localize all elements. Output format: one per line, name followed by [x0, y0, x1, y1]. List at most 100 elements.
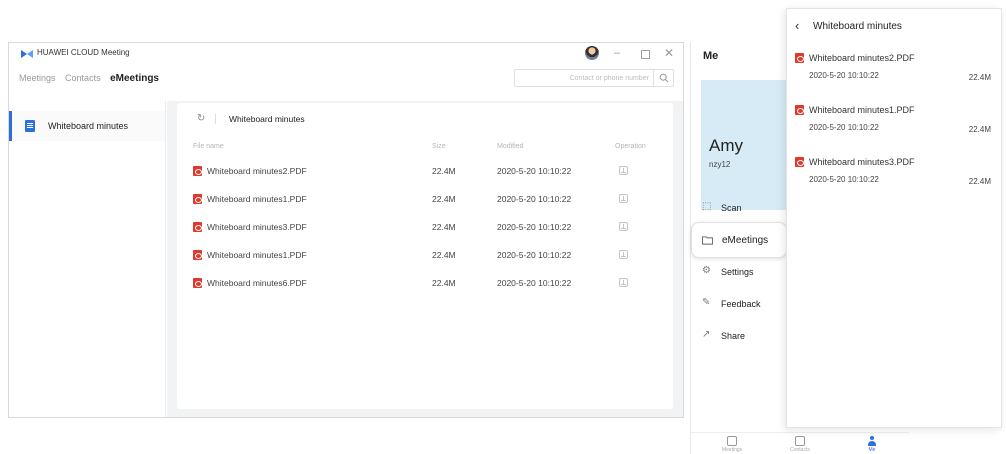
file-name: Whiteboard minutes3.PDF — [809, 157, 915, 167]
menu-item-label: Settings — [721, 267, 754, 277]
title-bar: HUAWEI CLOUD Meeting – ✕ — [9, 43, 683, 65]
menu-item-emeetings[interactable]: eMeetings — [691, 222, 787, 258]
tab-emeetings[interactable]: eMeetings — [110, 73, 159, 84]
menu-item-label: Share — [721, 331, 746, 341]
column-header-size: Size — [432, 143, 446, 150]
app-title: HUAWEI CLOUD Meeting — [37, 48, 130, 57]
pdf-icon — [795, 105, 804, 115]
file-size: 22.4M — [432, 194, 456, 204]
pdf-icon — [795, 53, 804, 63]
pdf-icon — [193, 194, 202, 204]
calendar-icon — [727, 436, 737, 446]
menu-item-scan[interactable]: ⬚ Scan — [701, 194, 793, 222]
file-size: 22.4M — [432, 166, 456, 176]
file-modified: 2020-5-20 10:10:22 — [809, 123, 879, 132]
menu-item-share[interactable]: ↗ Share — [701, 322, 793, 350]
whiteboard-minutes-panel: ‹ Whiteboard minutes Whiteboard minutes2… — [786, 8, 1002, 428]
file-name: Whiteboard minutes2.PDF — [809, 53, 915, 63]
file-size: 22.4M — [968, 125, 991, 134]
menu-item-label: Feedback — [721, 299, 761, 309]
tab-meetings-mobile[interactable]: Meetings — [717, 436, 747, 454]
file-modified: 2020-5-20 10:10:22 — [497, 222, 572, 232]
pdf-icon — [193, 278, 202, 288]
desktop-window: HUAWEI CLOUD Meeting – ✕ Meetings Contac… — [8, 42, 684, 418]
file-list-card: ↻ Whiteboard minutes File name Size Modi… — [177, 103, 673, 409]
list-item[interactable]: Whiteboard minutes1.PDF 2020-5-20 10:10:… — [787, 103, 1001, 155]
file-name: Whiteboard minutes2.PDF — [207, 166, 307, 176]
folder-icon — [702, 236, 713, 245]
divider — [215, 114, 216, 124]
person-icon — [867, 436, 877, 446]
menu-item-feedback[interactable]: ✎ Feedback — [701, 290, 793, 318]
file-size: 22.4M — [432, 250, 456, 260]
file-size: 22.4M — [968, 73, 991, 82]
pdf-icon — [193, 250, 202, 260]
tab-label: Me — [868, 447, 876, 453]
tab-label: Meetings — [721, 447, 743, 453]
panel-title: Whiteboard minutes — [813, 21, 902, 32]
search-input[interactable] — [515, 70, 653, 86]
page-title: Me — [703, 50, 719, 62]
file-name: Whiteboard minutes1.PDF — [809, 105, 915, 115]
refresh-icon[interactable]: ↻ — [197, 113, 205, 124]
sidebar-item-whiteboard-minutes[interactable]: Whiteboard minutes — [9, 111, 165, 141]
column-header-modified: Modified — [497, 143, 524, 150]
download-icon[interactable] — [619, 222, 628, 231]
download-icon[interactable] — [619, 278, 628, 287]
back-arrow-icon[interactable]: ‹ — [795, 19, 799, 32]
card-title: Whiteboard minutes — [229, 114, 305, 124]
top-nav: Meetings Contacts eMeetings — [19, 73, 166, 84]
huawei-cloud-logo-icon — [21, 50, 33, 58]
file-modified: 2020-5-20 10:10:22 — [497, 166, 572, 176]
user-avatar[interactable] — [585, 46, 599, 60]
list-item[interactable]: Whiteboard minutes2.PDF 2020-5-20 10:10:… — [787, 51, 1001, 103]
table-header: File name Size Modified Operation — [177, 139, 673, 155]
column-header-operation: Operation — [615, 143, 646, 150]
profile-name: Amy — [709, 136, 743, 155]
download-icon[interactable] — [619, 250, 628, 259]
column-header-file-name: File name — [193, 143, 224, 150]
table-row[interactable]: Whiteboard minutes3.PDF 22.4M 2020-5-20 … — [177, 213, 673, 241]
list-item[interactable]: Whiteboard minutes3.PDF 2020-5-20 10:10:… — [787, 155, 1001, 207]
tab-contacts[interactable]: Contacts — [65, 73, 101, 83]
table-row[interactable]: Whiteboard minutes1.PDF 22.4M 2020-5-20 … — [177, 185, 673, 213]
bottom-tab-bar: Meetings Contacts Me — [691, 432, 909, 454]
table-row[interactable]: Whiteboard minutes2.PDF 22.4M 2020-5-20 … — [177, 157, 673, 185]
document-icon — [25, 120, 35, 132]
table-row[interactable]: Whiteboard minutes1.PDF 22.4M 2020-5-20 … — [177, 241, 673, 269]
tab-contacts-mobile[interactable]: Contacts — [785, 436, 815, 454]
tab-me-mobile[interactable]: Me — [857, 436, 887, 454]
tab-meetings[interactable]: Meetings — [19, 73, 56, 83]
profile-id: nzy12 — [709, 160, 731, 169]
minimize-button[interactable]: – — [614, 46, 620, 60]
contacts-icon — [795, 436, 805, 446]
sidebar: Whiteboard minutes — [9, 101, 166, 417]
pdf-icon — [193, 166, 202, 176]
menu-item-settings[interactable]: ⚙ Settings — [701, 258, 793, 286]
download-icon[interactable] — [619, 166, 628, 175]
tab-label: Contacts — [790, 447, 810, 453]
feedback-icon: ✎ — [702, 297, 711, 308]
file-size: 22.4M — [968, 177, 991, 186]
file-name: Whiteboard minutes1.PDF — [207, 250, 307, 260]
file-size: 22.4M — [432, 278, 456, 288]
search-button[interactable] — [653, 70, 673, 86]
maximize-button[interactable] — [641, 50, 650, 59]
file-modified: 2020-5-20 10:10:22 — [497, 194, 572, 204]
file-size: 22.4M — [432, 222, 456, 232]
file-modified: 2020-5-20 10:10:22 — [809, 175, 879, 184]
pdf-icon — [193, 222, 202, 232]
menu-item-label: Scan — [721, 203, 742, 213]
file-name: Whiteboard minutes1.PDF — [207, 194, 307, 204]
search-box — [514, 69, 674, 87]
download-icon[interactable] — [619, 194, 628, 203]
file-modified: 2020-5-20 10:10:22 — [497, 278, 572, 288]
close-button[interactable]: ✕ — [664, 46, 674, 60]
search-icon — [659, 73, 669, 83]
file-modified: 2020-5-20 10:10:22 — [497, 250, 572, 260]
pdf-icon — [795, 157, 804, 167]
card-header: ↻ Whiteboard minutes — [177, 103, 673, 133]
scan-icon: ⬚ — [702, 201, 712, 212]
table-row[interactable]: Whiteboard minutes6.PDF 22.4M 2020-5-20 … — [177, 269, 673, 297]
sidebar-item-label: Whiteboard minutes — [48, 121, 129, 131]
